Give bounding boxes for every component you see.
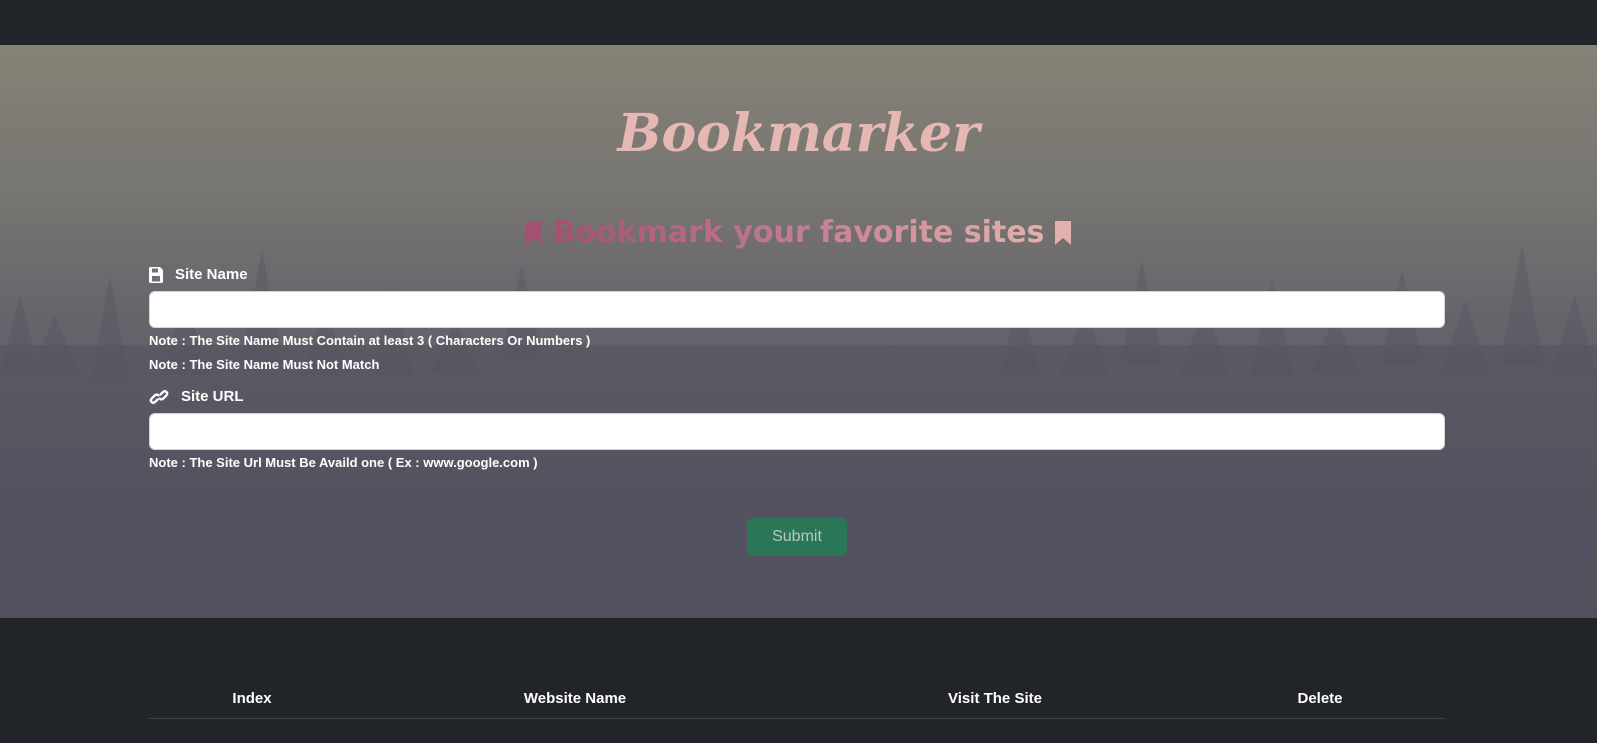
submit-button[interactable]: Submit: [747, 518, 847, 556]
site-name-note-length: Note : The Site Name Must Contain at lea…: [149, 333, 591, 348]
site-name-label-text: Site Name: [175, 266, 248, 283]
table-header-row: Index Website Name Visit The Site Delete: [149, 678, 1445, 719]
column-header-delete: Delete: [1195, 678, 1445, 719]
bookmarks-table-container: Index Website Name Visit The Site Delete: [149, 678, 1445, 719]
subtitle-text: Bookmark your favorite sites: [552, 215, 1045, 250]
site-name-input[interactable]: [149, 291, 1445, 328]
column-header-website-name: Website Name: [355, 678, 795, 719]
site-url-label-text: Site URL: [181, 388, 244, 405]
link-icon: [149, 389, 169, 404]
column-header-visit: Visit The Site: [795, 678, 1195, 719]
bookmarks-table: Index Website Name Visit The Site Delete: [149, 678, 1445, 719]
app-subtitle: Bookmark your favorite sites: [0, 215, 1597, 250]
app-title: Bookmarker: [617, 103, 980, 164]
site-url-input[interactable]: [149, 413, 1445, 450]
site-url-label: Site URL: [149, 388, 244, 405]
top-navbar: [0, 0, 1597, 45]
site-url-note: Note : The Site Url Must Be Availd one (…: [149, 455, 538, 470]
bookmark-icon: [1055, 220, 1072, 245]
floppy-disk-icon: [149, 266, 163, 283]
column-header-index: Index: [149, 678, 355, 719]
site-name-label: Site Name: [149, 266, 248, 283]
site-name-note-unique: Note : The Site Name Must Not Match: [149, 357, 380, 372]
bookmark-icon: [525, 220, 542, 245]
hero-section: Bookmarker Bookmark your favorite sites …: [0, 45, 1597, 618]
